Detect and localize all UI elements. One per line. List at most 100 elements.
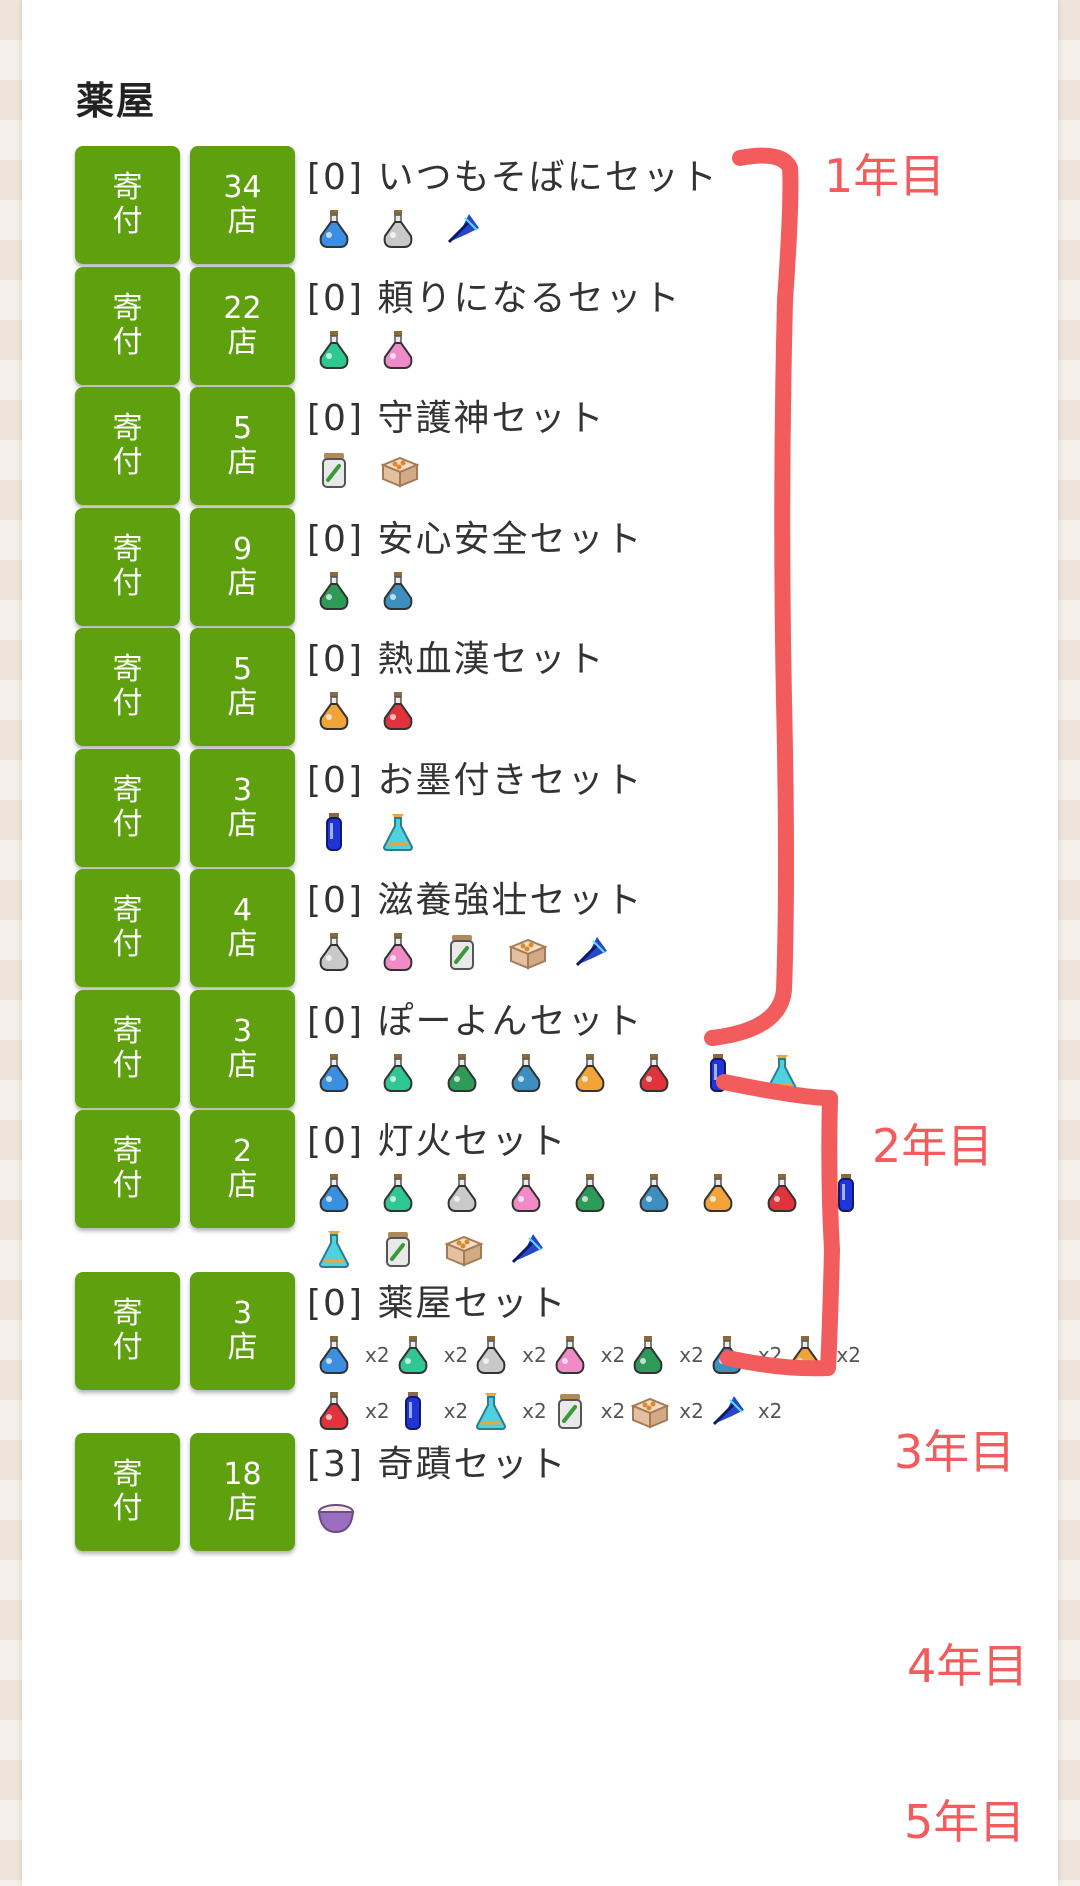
item-entry bbox=[315, 329, 353, 371]
shop-count-button[interactable]: 34 店 bbox=[190, 146, 295, 264]
item-entry bbox=[571, 1172, 609, 1214]
item-entry bbox=[443, 1052, 481, 1094]
item-entry: x2 bbox=[551, 1390, 625, 1432]
set-name: [0] 頼りになるセット bbox=[307, 278, 682, 319]
item-icons bbox=[315, 570, 935, 612]
green-potion-icon bbox=[315, 329, 353, 371]
item-entry bbox=[315, 1172, 353, 1214]
item-icons bbox=[315, 329, 935, 371]
item-icons bbox=[315, 449, 935, 491]
item-entry: x2 bbox=[786, 1334, 861, 1376]
shop-count-button[interactable]: 22 店 bbox=[190, 267, 295, 385]
shop-count-button[interactable]: 18 店 bbox=[190, 1433, 295, 1551]
donate-button[interactable]: 寄 付 bbox=[75, 387, 180, 505]
jar-icon bbox=[379, 1228, 417, 1270]
set-name: [0] ぽーよんセット bbox=[307, 1001, 644, 1042]
item-quantity: x2 bbox=[443, 1399, 469, 1423]
item-entry bbox=[443, 1228, 484, 1270]
orange-potion-icon bbox=[786, 1334, 824, 1376]
item-entry bbox=[827, 1172, 865, 1214]
set-name: [0] 薬屋セット bbox=[307, 1283, 568, 1324]
annotation-year-3: 3年目 bbox=[894, 1425, 1016, 1479]
item-quantity: x2 bbox=[757, 1343, 783, 1367]
item-entry bbox=[635, 1172, 673, 1214]
item-entry: x2 bbox=[629, 1390, 704, 1432]
donate-button[interactable]: 寄 付 bbox=[75, 869, 180, 987]
cyan-flask-icon bbox=[379, 811, 417, 853]
annotation-year-1: 1年目 bbox=[824, 149, 946, 203]
shop-count-button[interactable]: 3 店 bbox=[190, 749, 295, 867]
item-entry bbox=[379, 690, 417, 732]
item-entry: x2 bbox=[394, 1334, 469, 1376]
navy-potion-icon bbox=[827, 1172, 865, 1214]
white-potion-icon bbox=[472, 1334, 510, 1376]
white-potion-icon bbox=[443, 1172, 481, 1214]
item-entry bbox=[571, 931, 609, 973]
donate-button[interactable]: 寄 付 bbox=[75, 628, 180, 746]
darkgreen-potion-icon bbox=[315, 570, 353, 612]
shop-count-button[interactable]: 5 店 bbox=[190, 387, 295, 505]
teal-potion-icon bbox=[507, 1052, 545, 1094]
donate-button[interactable]: 寄 付 bbox=[75, 1110, 180, 1228]
item-entry bbox=[379, 931, 417, 973]
item-quantity: x2 bbox=[522, 1343, 547, 1367]
set-name: [0] 灯火セット bbox=[307, 1121, 568, 1162]
item-entry bbox=[379, 811, 417, 853]
white-potion-icon bbox=[315, 931, 353, 973]
item-entry bbox=[315, 1228, 353, 1270]
shop-count-button[interactable]: 3 店 bbox=[190, 1272, 295, 1390]
item-quantity: x2 bbox=[679, 1399, 704, 1423]
item-quantity: x2 bbox=[443, 1343, 469, 1367]
item-entry bbox=[379, 1172, 417, 1214]
cyan-flask-icon bbox=[315, 1228, 353, 1270]
shop-count-button[interactable]: 2 店 bbox=[190, 1110, 295, 1228]
jar-icon bbox=[443, 931, 481, 973]
box-icon bbox=[379, 449, 420, 491]
donate-button[interactable]: 寄 付 bbox=[75, 990, 180, 1108]
annotation-year-2: 2年目 bbox=[872, 1119, 994, 1173]
donate-button[interactable]: 寄 付 bbox=[75, 1272, 180, 1390]
item-entry bbox=[315, 931, 353, 973]
item-entry bbox=[315, 811, 353, 853]
item-quantity: x2 bbox=[365, 1399, 390, 1423]
item-entry bbox=[379, 1052, 417, 1094]
item-entry bbox=[699, 1052, 737, 1094]
item-quantity: x2 bbox=[365, 1343, 390, 1367]
set-name: [0] お墨付きセット bbox=[307, 760, 644, 801]
blue-potion-icon bbox=[315, 1334, 353, 1376]
pink-potion-icon bbox=[379, 931, 417, 973]
item-entry bbox=[315, 1052, 353, 1094]
donate-button[interactable]: 寄 付 bbox=[75, 749, 180, 867]
shop-card: 薬屋 寄 付 34 店 [0] いつもそばにセット寄 付 22 店 [0] 頼りになるセ… bbox=[22, 0, 1058, 1886]
shop-count-button[interactable]: 5 店 bbox=[190, 628, 295, 746]
page-title: 薬屋 bbox=[76, 79, 157, 123]
box-icon bbox=[629, 1390, 670, 1432]
item-entry: x2 bbox=[472, 1334, 547, 1376]
shop-count-button[interactable]: 4 店 bbox=[190, 869, 295, 987]
cyan-flask-icon bbox=[472, 1390, 510, 1432]
item-quantity: x2 bbox=[757, 1399, 783, 1423]
item-entry bbox=[571, 1052, 609, 1094]
item-icons bbox=[315, 1172, 935, 1270]
item-entry bbox=[699, 1172, 737, 1214]
bluefeather-icon bbox=[443, 208, 481, 250]
pink-potion-icon bbox=[507, 1172, 545, 1214]
shop-count-button[interactable]: 9 店 bbox=[190, 508, 295, 626]
item-entry: x2 bbox=[708, 1334, 783, 1376]
item-entry: x2 bbox=[472, 1390, 547, 1432]
item-entry bbox=[315, 1495, 355, 1537]
donate-button[interactable]: 寄 付 bbox=[75, 267, 180, 385]
donate-button[interactable]: 寄 付 bbox=[75, 508, 180, 626]
red-potion-icon bbox=[635, 1052, 673, 1094]
orange-potion-icon bbox=[699, 1172, 737, 1214]
jar-icon bbox=[315, 449, 353, 491]
item-icons bbox=[315, 811, 935, 853]
box-icon bbox=[507, 931, 548, 973]
pink-potion-icon bbox=[551, 1334, 589, 1376]
item-entry bbox=[379, 329, 417, 371]
shop-count-button[interactable]: 3 店 bbox=[190, 990, 295, 1108]
donate-button[interactable]: 寄 付 bbox=[75, 146, 180, 264]
donate-button[interactable]: 寄 付 bbox=[75, 1433, 180, 1551]
darkgreen-potion-icon bbox=[443, 1052, 481, 1094]
bowl-icon bbox=[315, 1495, 355, 1537]
